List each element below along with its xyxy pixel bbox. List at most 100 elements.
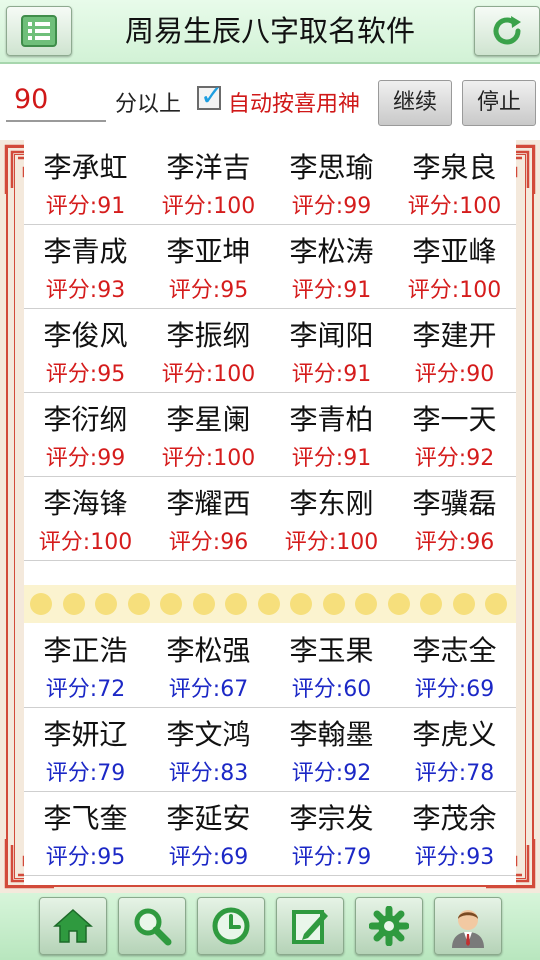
nav-search-button[interactable] (118, 897, 186, 955)
candidate-score: 评分:72 (45, 677, 126, 702)
nav-user-button[interactable] (434, 897, 502, 955)
name-cell[interactable]: 李亚峰 评分:100 (393, 224, 516, 308)
candidate-name: 李衍纲 (43, 403, 128, 436)
menu-button[interactable] (6, 6, 72, 56)
result-row: 李承虹 评分:91 李洋吉 评分:100 李思瑜 评分:99 李泉良 评分:100 (24, 140, 516, 225)
name-cell[interactable]: 李骥磊评分:96 (393, 476, 516, 560)
candidate-score: 评分:96 (168, 530, 249, 555)
candidate-score: 评分:91 (291, 446, 372, 471)
divider-dot (160, 593, 182, 615)
candidate-score: 评分:100 (38, 530, 133, 555)
home-icon (53, 908, 93, 943)
candidate-name: 李亚坤 (166, 235, 251, 268)
name-cell[interactable]: 李一天 评分:92 (393, 392, 516, 476)
auto-xiyongshen-checkbox[interactable]: ✓ (197, 79, 223, 112)
candidate-name: 李耀西 (166, 487, 251, 520)
name-cell[interactable]: 李衍纲评分:99 (24, 392, 147, 476)
name-cell[interactable]: 李思瑜评分:99 (270, 140, 393, 224)
name-cell[interactable]: 李宗发 评分:79 (270, 791, 393, 875)
bottom-nav (0, 893, 540, 960)
divider-dot (257, 593, 280, 615)
name-cell[interactable]: 李东刚 评分:100 (270, 476, 393, 560)
name-cell[interactable]: 李俊风 评分:95 (24, 308, 147, 392)
name-cell[interactable]: 李海锋 评分:100 (24, 476, 147, 560)
candidate-name: 李茂余 (412, 802, 497, 835)
candidate-name: 李亚峰 (412, 235, 497, 268)
candidate-name: 李闻阳 (289, 319, 374, 352)
candidate-score: 评分:91 (45, 194, 126, 219)
divider-dot (62, 593, 85, 615)
name-cell[interactable]: 李虎义 评分:78 (393, 707, 516, 791)
name-cell[interactable]: 李青成 评分:93 (24, 224, 147, 308)
name-cell[interactable]: 李茂余 评分:93 (393, 791, 516, 875)
candidate-score: 评分:90 (414, 362, 495, 387)
result-row: 李青成 评分:93 李亚坤 评分:95 李松涛 评分:91 李亚峰 评分:100 (24, 224, 516, 309)
candidate-score: 评分:100 (161, 446, 256, 471)
candidate-score: 评分:99 (291, 194, 372, 219)
candidate-score: 评分:92 (414, 446, 495, 471)
name-cell[interactable]: 李闻阳 评分:91 (270, 308, 393, 392)
candidate-name: 李飞奎 (43, 802, 128, 835)
continue-button[interactable]: 继续 (378, 80, 452, 126)
result-row: 李飞奎 评分:95 李延安 评分:69 李宗发 评分:79 李茂余 评分:93 (24, 791, 516, 876)
name-cell[interactable]: 李耀西评分:96 (147, 476, 270, 560)
candidate-score: 评分:95 (45, 845, 126, 870)
name-cell[interactable]: 李松涛 评分:91 (270, 224, 393, 308)
nav-home-button[interactable] (39, 897, 107, 955)
list-icon (21, 15, 57, 47)
name-cell[interactable]: 李正浩 评分:72 (24, 623, 147, 707)
candidate-name: 李骥磊 (412, 487, 497, 520)
name-cell[interactable]: 李亚坤评分:95 (147, 224, 270, 308)
name-cell[interactable]: 李妍辽 评分:79 (24, 707, 147, 791)
name-cell[interactable]: 李建开 评分:90 (393, 308, 516, 392)
name-cell[interactable]: 李翰墨 评分:92 (270, 707, 393, 791)
auto-xiyongshen-label[interactable]: 自动按喜用神 (228, 86, 360, 118)
name-cell[interactable]: 李振纲 评分:100 (147, 308, 270, 392)
candidate-score: 评分:100 (161, 194, 256, 219)
candidate-score: 评分:95 (168, 278, 249, 303)
name-cell[interactable]: 李承虹 评分:91 (24, 140, 147, 224)
name-cell[interactable]: 李飞奎评分:95 (24, 791, 147, 875)
candidate-score: 评分:99 (45, 446, 126, 471)
candidate-score: 评分:100 (161, 362, 256, 387)
candidate-name: 李俊风 (43, 319, 128, 352)
candidate-score: 评分:96 (414, 530, 495, 555)
name-results-list: 李承虹 评分:91 李洋吉 评分:100 李思瑜 评分:99 李泉良 评分:100 李青成 评分:… (24, 140, 516, 885)
candidate-name: 李泉良 (412, 151, 497, 184)
name-cell[interactable]: 李文鸿 评分:83 (147, 707, 270, 791)
candidate-name: 李松强 (166, 634, 251, 667)
edit-icon (292, 910, 328, 944)
stop-button[interactable]: 停止 (462, 80, 536, 126)
name-cell[interactable]: 李志全 评分:69 (393, 623, 516, 707)
name-cell[interactable]: 李松强 评分:67 (147, 623, 270, 707)
candidate-name: 李青柏 (289, 403, 374, 436)
name-cell[interactable]: 李洋吉 评分:100 (147, 140, 270, 224)
result-row: 李衍纲 评分:99 李星阑 评分:100 李青柏 评分:91 李一天 评分:92 (24, 392, 516, 477)
candidate-score: 评分:60 (291, 677, 372, 702)
divider-dot (355, 593, 377, 615)
name-cell[interactable]: 李星阑 评分:100 (147, 392, 270, 476)
divider-dot (485, 593, 507, 615)
name-cell[interactable]: 李玉果 评分:60 (270, 623, 393, 707)
candidate-name: 李妍辽 (43, 718, 128, 751)
candidate-score: 评分:69 (168, 845, 249, 870)
candidate-name: 李志全 (412, 634, 497, 667)
divider-dot (290, 593, 312, 615)
nav-edit-button[interactable] (276, 897, 344, 955)
divider-dot (387, 593, 410, 615)
min-score-input[interactable] (6, 78, 106, 122)
page-title: 周易生辰八字取名软件 (124, 14, 415, 48)
nav-settings-button[interactable] (355, 897, 423, 955)
candidate-name: 李青成 (43, 235, 128, 268)
nav-history-button[interactable] (197, 897, 265, 955)
checkmark-icon: ✓ (200, 79, 224, 112)
name-cell[interactable]: 李青柏评分:91 (270, 392, 393, 476)
candidate-name: 李思瑜 (289, 151, 374, 184)
result-row: 李妍辽 评分:79 李文鸿 评分:83 李翰墨 评分:92 李虎义 评分:78 (24, 707, 516, 792)
result-row: 李俊风 评分:95 李振纲 评分:100 李闻阳 评分:91 李建开 评分:90 (24, 308, 516, 393)
candidate-score: 评分:91 (291, 278, 372, 303)
title-bar: 周易生辰八字取名软件 (0, 0, 540, 64)
refresh-button[interactable] (474, 6, 540, 56)
name-cell[interactable]: 李泉良 评分:100 (393, 140, 516, 224)
name-cell[interactable]: 李延安 评分:69 (147, 791, 270, 875)
